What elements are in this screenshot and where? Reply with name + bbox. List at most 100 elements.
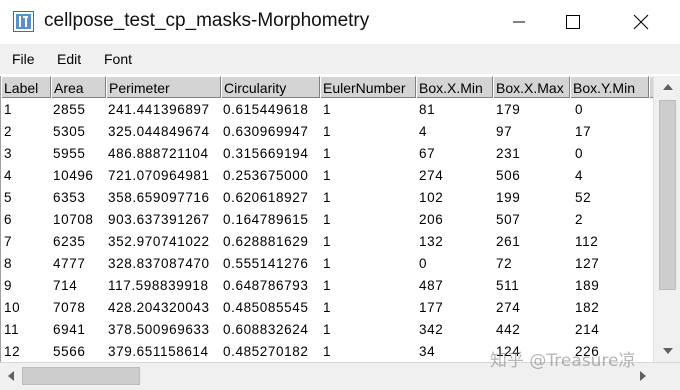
table-row[interactable]: 10 7078 428.204320043 0.485085545 1 177 274 182 bbox=[1, 297, 653, 319]
cell-box-y-min: 112 bbox=[575, 234, 599, 249]
cell-box-y-min: 189 bbox=[575, 278, 600, 293]
scroll-left-button[interactable] bbox=[0, 363, 22, 389]
table-row[interactable]: 5 6353 358.659097716 0.620618927 1 102 199 52 bbox=[1, 187, 653, 209]
cell-box-y-min: 0 bbox=[575, 146, 584, 161]
column-header-area[interactable]: Area bbox=[51, 76, 106, 98]
cell-box-x-min: 67 bbox=[419, 146, 436, 161]
table-row[interactable]: 6 10708 903.637391267 0.164789615 1 206 507 2 bbox=[1, 209, 653, 231]
cell-perimeter: 117.598839918 bbox=[108, 278, 209, 293]
cell-box-x-max: 199 bbox=[496, 190, 521, 205]
table-body: 1 2855 241.441396897 0.615449618 1 81 179 0 2 53… bbox=[1, 99, 653, 362]
cell-label: 11 bbox=[4, 322, 20, 337]
cell-area: 714 bbox=[53, 278, 78, 293]
watermark: 知乎 @Treasure凉 bbox=[490, 351, 636, 371]
cell-area: 6353 bbox=[53, 190, 86, 205]
close-icon bbox=[633, 14, 649, 30]
arrow-down-icon bbox=[662, 348, 673, 354]
table-row[interactable]: 9 714 117.598839918 0.648786793 1 487 511 189 bbox=[1, 275, 653, 297]
menu-file[interactable]: File bbox=[12, 51, 35, 67]
cell-label: 10 bbox=[4, 300, 21, 315]
cell-circularity: 0.485270182 bbox=[223, 344, 309, 359]
horizontal-scroll-thumb[interactable] bbox=[22, 367, 140, 385]
window-title: cellpose_test_cp_masks-Morphometry bbox=[44, 10, 370, 31]
cell-eulernumber: 1 bbox=[323, 168, 332, 183]
minimize-button[interactable] bbox=[496, 0, 542, 44]
minimize-icon bbox=[513, 21, 525, 23]
cell-eulernumber: 1 bbox=[323, 234, 332, 249]
vertical-scroll-thumb[interactable] bbox=[659, 100, 676, 290]
scroll-down-button[interactable] bbox=[654, 340, 680, 362]
cell-perimeter: 352.970741022 bbox=[108, 234, 210, 249]
cell-label: 12 bbox=[4, 344, 21, 359]
table-row[interactable]: 7 6235 352.970741022 0.628881629 1 132 261 112 bbox=[1, 231, 653, 253]
vertical-scrollbar[interactable] bbox=[653, 76, 680, 362]
table-row[interactable]: 8 4777 328.837087470 0.555141276 1 0 72 127 bbox=[1, 253, 653, 275]
menu-font[interactable]: Font bbox=[104, 51, 132, 67]
cell-eulernumber: 1 bbox=[323, 322, 332, 337]
cell-box-x-min: 342 bbox=[419, 322, 444, 337]
cell-box-y-min: 0 bbox=[575, 102, 584, 117]
cell-area: 5566 bbox=[53, 344, 86, 359]
cell-label: 5 bbox=[4, 190, 13, 205]
column-header-box-x-min[interactable]: Box.X.Min bbox=[416, 76, 493, 98]
cell-box-y-min: 52 bbox=[575, 190, 592, 205]
cell-circularity: 0.164789615 bbox=[223, 212, 309, 227]
cell-box-y-min: 127 bbox=[575, 256, 600, 271]
cell-box-x-min: 0 bbox=[419, 256, 428, 271]
cell-box-x-min: 132 bbox=[419, 234, 444, 249]
column-header-perimeter[interactable]: Perimeter bbox=[106, 76, 221, 98]
cell-box-x-max: 511 bbox=[496, 278, 520, 293]
column-header-circularity[interactable]: Circularity bbox=[221, 76, 320, 98]
cell-box-x-min: 102 bbox=[419, 190, 444, 205]
cell-box-y-min: 182 bbox=[575, 300, 600, 315]
cell-circularity: 0.630969947 bbox=[223, 124, 309, 139]
menu-edit[interactable]: Edit bbox=[57, 51, 81, 67]
cell-box-y-min: 4 bbox=[575, 168, 584, 183]
cell-label: 9 bbox=[4, 278, 13, 293]
cell-label: 4 bbox=[4, 168, 13, 183]
menu-bar: File Edit Font bbox=[0, 44, 680, 74]
cell-label: 1 bbox=[4, 102, 13, 117]
cell-box-x-min: 206 bbox=[419, 212, 444, 227]
cell-circularity: 0.615449618 bbox=[223, 102, 309, 117]
table-row[interactable]: 3 5955 486.888721104 0.315669194 1 67 231 0 bbox=[1, 143, 653, 165]
maximize-button[interactable] bbox=[550, 0, 596, 44]
table-row[interactable]: 1 2855 241.441396897 0.615449618 1 81 179 0 bbox=[1, 99, 653, 121]
cell-perimeter: 903.637391267 bbox=[108, 212, 210, 227]
cell-circularity: 0.555141276 bbox=[223, 256, 309, 271]
cell-label: 2 bbox=[4, 124, 13, 139]
cell-perimeter: 378.500969633 bbox=[108, 322, 210, 337]
cell-circularity: 0.608832624 bbox=[223, 322, 309, 337]
cell-area: 2855 bbox=[53, 102, 86, 117]
cell-circularity: 0.648786793 bbox=[223, 278, 309, 293]
cell-box-y-min: 2 bbox=[575, 212, 584, 227]
cell-perimeter: 241.441396897 bbox=[108, 102, 210, 117]
scroll-up-button[interactable] bbox=[654, 76, 680, 98]
cell-area: 6235 bbox=[53, 234, 86, 249]
cell-area: 5305 bbox=[53, 124, 86, 139]
close-button[interactable] bbox=[618, 0, 664, 44]
results-table[interactable]: Label Area Perimeter Circularity EulerNu… bbox=[0, 76, 653, 362]
cell-eulernumber: 1 bbox=[323, 102, 332, 117]
cell-box-x-max: 231 bbox=[496, 146, 521, 161]
table-row[interactable]: 2 5305 325.044849674 0.630969947 1 4 97 17 bbox=[1, 121, 653, 143]
cell-perimeter: 358.659097716 bbox=[108, 190, 210, 205]
cell-box-x-max: 97 bbox=[496, 124, 513, 139]
cell-circularity: 0.485085545 bbox=[223, 300, 309, 315]
cell-eulernumber: 1 bbox=[323, 256, 332, 271]
table-row[interactable]: 4 10496 721.070964981 0.253675000 1 274 506 4 bbox=[1, 165, 653, 187]
column-header-box-x-max[interactable]: Box.X.Max bbox=[493, 76, 570, 98]
cell-eulernumber: 1 bbox=[323, 190, 332, 205]
cell-circularity: 0.315669194 bbox=[223, 146, 309, 161]
cell-box-y-min: 17 bbox=[575, 124, 592, 139]
imagej-icon bbox=[13, 11, 34, 32]
cell-perimeter: 486.888721104 bbox=[108, 146, 209, 161]
table-row[interactable]: 11 6941 378.500969633 0.608832624 1 342 442 214 bbox=[1, 319, 653, 341]
cell-box-x-min: 81 bbox=[419, 102, 436, 117]
cell-circularity: 0.620618927 bbox=[223, 190, 309, 205]
cell-circularity: 0.253675000 bbox=[223, 168, 309, 183]
column-header-label[interactable]: Label bbox=[1, 76, 51, 98]
column-header-box-y-min[interactable]: Box.Y.Min bbox=[570, 76, 649, 98]
column-header-eulernumber[interactable]: EulerNumber bbox=[320, 76, 416, 98]
cell-area: 4777 bbox=[53, 256, 86, 271]
